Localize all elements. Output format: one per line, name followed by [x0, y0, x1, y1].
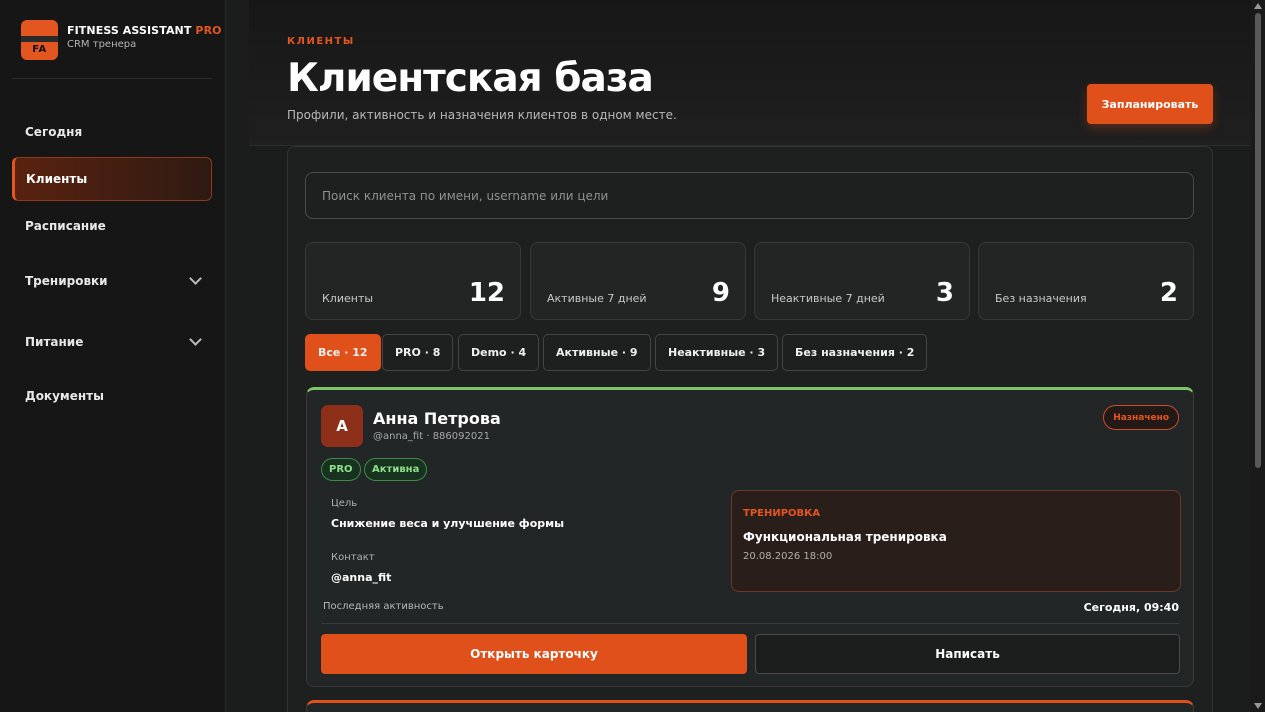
stat-card-inactive: Неактивные 7 дней 3	[754, 242, 970, 320]
sidebar-item-documents[interactable]: Документы	[12, 374, 212, 418]
client-name: Анна Петрова	[373, 409, 501, 428]
chevron-down-icon	[189, 333, 202, 346]
stat-card-clients: Клиенты 12	[305, 242, 521, 320]
sidebar-item-label: Тренировки	[25, 274, 108, 288]
scrollbar[interactable]	[1251, 0, 1265, 712]
sidebar-item-label: Питание	[25, 335, 84, 349]
filter-inactive[interactable]: Неактивные · 3	[655, 334, 779, 371]
assignment-title: Функциональная тренировка	[743, 530, 947, 544]
page-subtitle: Профили, активность и назначения клиенто…	[287, 108, 677, 122]
filter-unassigned[interactable]: Без назначения · 2	[782, 334, 928, 371]
page-title: Клиентская база	[287, 56, 654, 101]
last-activity-value: Сегодня, 09:40	[1083, 601, 1179, 614]
clients-panel: Клиенты 12 Активные 7 дней 9 Неактивные …	[287, 146, 1213, 712]
sidebar-item-label: Клиенты	[26, 172, 88, 186]
sidebar-item-label: Расписание	[25, 219, 106, 233]
status-badge: Назначено	[1103, 405, 1179, 430]
scroll-thumb[interactable]	[1255, 13, 1261, 468]
stat-label: Неактивные 7 дней	[771, 292, 885, 305]
stat-label: Клиенты	[322, 292, 374, 305]
stat-card-active: Активные 7 дней 9	[530, 242, 746, 320]
filter-all[interactable]: Все · 12	[305, 334, 381, 371]
open-card-button[interactable]: Открыть карточку	[321, 634, 747, 674]
schedule-button[interactable]: Запланировать	[1087, 84, 1213, 124]
stat-label: Без назначения	[995, 292, 1087, 305]
stat-card-unassigned: Без назначения 2	[978, 242, 1194, 320]
brand-subtitle: CRM тренера	[67, 39, 137, 50]
client-handle: @anna_fit · 886092021	[373, 431, 490, 442]
scroll-up-icon[interactable]	[1254, 3, 1262, 9]
sidebar-item-label: Документы	[25, 389, 104, 403]
last-activity-label: Последняя активность	[323, 601, 444, 612]
filter-active[interactable]: Активные · 9	[543, 334, 651, 371]
sidebar-item-workouts[interactable]: Тренировки	[12, 259, 212, 303]
stat-value: 12	[468, 278, 505, 308]
logo: FA	[21, 20, 58, 60]
assignment-datetime: 20.08.2026 18:00	[743, 551, 833, 562]
sidebar: FA FITNESS ASSISTANT PRO CRM тренера Сег…	[0, 0, 226, 712]
sidebar-item-clients[interactable]: Клиенты	[12, 157, 212, 201]
contact-value: @anna_fit	[331, 571, 392, 584]
page-eyebrow: КЛИЕНТЫ	[287, 36, 355, 47]
goal-value: Снижение веса и улучшение формы	[331, 517, 565, 530]
contact-label: Контакт	[331, 552, 375, 563]
assignment-card[interactable]: ТРЕНИРОВКА Функциональная тренировка 20.…	[731, 490, 1181, 592]
scroll-down-icon[interactable]	[1254, 703, 1262, 709]
message-button[interactable]: Написать	[755, 634, 1180, 674]
divider	[321, 623, 1179, 624]
brand[interactable]: FA FITNESS ASSISTANT PRO CRM тренера	[21, 20, 222, 60]
goal-label: Цель	[331, 498, 358, 509]
brand-title: FITNESS ASSISTANT PRO	[67, 24, 222, 37]
brand-title-accent: PRO	[195, 24, 222, 37]
sidebar-item-nutrition[interactable]: Питание	[12, 320, 212, 364]
next-client-card	[306, 700, 1194, 712]
stat-label: Активные 7 дней	[547, 292, 647, 305]
avatar: А	[321, 405, 363, 447]
logo-text: FA	[32, 44, 47, 55]
divider	[12, 78, 212, 79]
sidebar-item-label: Сегодня	[25, 125, 83, 139]
filter-pro[interactable]: PRO · 8	[382, 334, 454, 371]
chevron-down-icon	[189, 272, 202, 285]
filter-demo[interactable]: Demo · 4	[458, 334, 540, 371]
stat-value: 2	[1159, 278, 1178, 308]
sidebar-item-today[interactable]: Сегодня	[12, 110, 212, 154]
stat-value: 9	[711, 278, 730, 308]
client-card: А Анна Петрова @anna_fit · 886092021 Наз…	[306, 387, 1194, 687]
activity-badge: Активна	[364, 458, 428, 481]
sidebar-item-schedule[interactable]: Расписание	[12, 204, 212, 248]
search-input[interactable]	[305, 172, 1194, 219]
assignment-type: ТРЕНИРОВКА	[743, 508, 821, 519]
page-header: КЛИЕНТЫ Клиентская база Профили, активно…	[249, 0, 1251, 146]
plan-badge: PRO	[321, 458, 361, 481]
stat-value: 3	[935, 278, 954, 308]
